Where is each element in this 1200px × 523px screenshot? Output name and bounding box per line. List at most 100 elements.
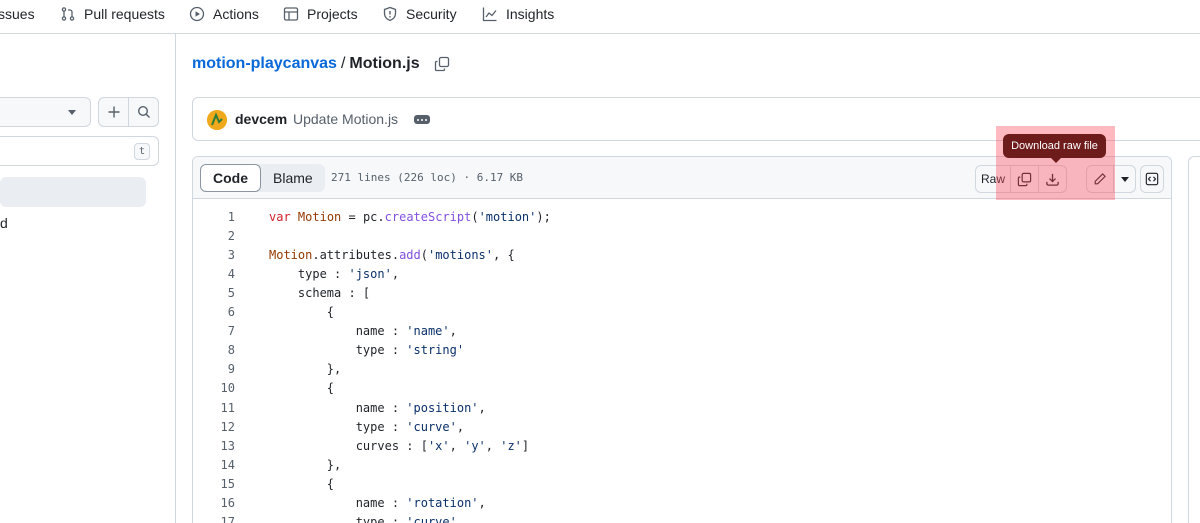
line-content: type : 'json', <box>269 266 400 281</box>
edit-options-button[interactable] <box>1114 165 1136 193</box>
line-number[interactable]: 12 <box>193 420 235 434</box>
code-line: 11 name : 'position', <box>193 398 1171 417</box>
line-number[interactable]: 8 <box>193 343 235 357</box>
line-content: type : 'string' <box>269 343 465 358</box>
line-number[interactable]: 11 <box>193 401 235 415</box>
shield-icon <box>383 6 397 21</box>
nav-projects[interactable]: Projects <box>283 0 358 27</box>
code-line: 3 Motion.attributes.add('motions', { <box>193 245 1171 264</box>
repo-nav: ssues Pull requests Actions Projects Sec… <box>0 0 1200 34</box>
line-number[interactable]: 3 <box>193 248 235 262</box>
tree-item[interactable]: d <box>0 210 8 236</box>
symbols-button[interactable] <box>1140 165 1164 193</box>
copy-path-button[interactable] <box>434 56 450 72</box>
line-content: name : 'rotation', <box>269 496 486 510</box>
line-number[interactable]: 15 <box>193 477 235 491</box>
code-line: 5 schema : [ <box>193 283 1171 302</box>
nav-insights-label: Insights <box>506 5 555 22</box>
search-files-button[interactable] <box>128 98 158 126</box>
line-number[interactable]: 13 <box>193 439 235 453</box>
code-line: 7 name : 'name', <box>193 322 1171 341</box>
nav-projects-label: Projects <box>307 5 358 22</box>
breadcrumb-file: Motion.js <box>349 55 420 72</box>
view-switcher: Code Blame <box>200 164 325 192</box>
code-line: 15 { <box>193 474 1171 493</box>
shortcut-key: t <box>134 143 150 160</box>
avatar[interactable] <box>207 110 227 130</box>
line-number[interactable]: 14 <box>193 458 235 472</box>
line-number[interactable]: 4 <box>193 267 235 281</box>
line-number[interactable]: 2 <box>193 229 235 243</box>
code-line: 9 }, <box>193 360 1171 379</box>
chevron-down-icon <box>1120 176 1129 182</box>
line-content: var Motion = pc.createScript('motion'); <box>269 209 551 224</box>
code-line: 17 type : 'curve', <box>193 513 1171 523</box>
nav-security[interactable]: Security <box>382 0 457 27</box>
commit-author[interactable]: devcem <box>235 111 287 127</box>
code-line: 6 { <box>193 303 1171 322</box>
line-number[interactable]: 7 <box>193 324 235 338</box>
breadcrumb: motion-playcanvas / Motion.js <box>192 52 450 76</box>
code-line: 2 <box>193 226 1171 245</box>
search-icon <box>137 105 150 118</box>
nav-actions-label: Actions <box>213 5 259 22</box>
file-tree-sidebar: t d <box>0 34 176 523</box>
line-content: type : 'curve', <box>269 419 465 434</box>
ellipsis-icon[interactable] <box>414 115 430 124</box>
nav-issues-label: ssues <box>0 5 35 22</box>
table-icon <box>283 6 299 21</box>
line-number[interactable]: 1 <box>193 210 235 224</box>
tab-blame[interactable]: Blame <box>261 164 325 192</box>
commit-message[interactable]: Update Motion.js <box>293 111 398 127</box>
plus-icon <box>108 106 119 118</box>
graph-icon <box>482 7 497 21</box>
branch-select[interactable] <box>0 97 91 127</box>
nav-actions[interactable]: Actions <box>189 0 259 27</box>
copy-icon <box>434 56 449 72</box>
nav-insights[interactable]: Insights <box>482 0 554 27</box>
nav-security-label: Security <box>406 5 457 22</box>
code-line: 4 type : 'json', <box>193 264 1171 283</box>
line-content: curves : ['x', 'y', 'z'] <box>269 438 530 453</box>
file-viewer: Code Blame 271 lines (226 loc) · 6.17 KB… <box>192 156 1172 523</box>
line-content: { <box>269 305 335 319</box>
line-content: Motion.attributes.add('motions', { <box>269 247 515 262</box>
tab-code[interactable]: Code <box>200 164 261 192</box>
add-file-button[interactable] <box>99 98 128 126</box>
breadcrumb-repo-link[interactable]: motion-playcanvas <box>192 55 337 73</box>
line-number[interactable]: 9 <box>193 362 235 376</box>
code-line: 12 type : 'curve', <box>193 417 1171 436</box>
line-content: { <box>269 476 335 491</box>
file-meta: 271 lines (226 loc) · 6.17 KB <box>331 171 524 184</box>
line-content: type : 'curve', <box>269 515 465 523</box>
line-content: name : 'position', <box>269 400 486 415</box>
breadcrumb-separator: / <box>340 55 346 72</box>
tree-actions <box>98 97 159 127</box>
pull-request-icon <box>61 6 75 21</box>
line-content: }, <box>269 362 342 377</box>
nav-pull-requests[interactable]: Pull requests <box>60 0 165 27</box>
go-to-file-input[interactable]: t <box>0 136 159 166</box>
line-number[interactable]: 6 <box>193 305 235 319</box>
line-content: schema : [ <box>269 285 371 300</box>
line-content: name : 'name', <box>269 324 457 339</box>
play-icon <box>189 6 205 21</box>
code-line: 13 curves : ['x', 'y', 'z'] <box>193 436 1171 455</box>
line-number[interactable]: 17 <box>193 515 235 523</box>
tooltip: Download raw file <box>1003 134 1106 163</box>
chevron-down-icon <box>68 110 76 115</box>
tree-item-selected[interactable] <box>0 177 146 207</box>
code-square-icon <box>1145 172 1159 186</box>
line-content: { <box>269 381 335 396</box>
line-content: }, <box>269 457 342 472</box>
line-number[interactable]: 16 <box>193 496 235 510</box>
code-line: 16 name : 'rotation', <box>193 494 1171 513</box>
line-number[interactable]: 5 <box>193 286 235 300</box>
nav-pull-requests-label: Pull requests <box>84 5 165 22</box>
line-number[interactable]: 10 <box>193 381 235 395</box>
nav-issues[interactable]: ssues <box>0 0 35 27</box>
code-line: 1 var Motion = pc.createScript('motion'); <box>193 207 1171 226</box>
code-line: 8 type : 'string' <box>193 341 1171 360</box>
code-line: 14 }, <box>193 455 1171 474</box>
code-line: 10 { <box>193 379 1171 398</box>
